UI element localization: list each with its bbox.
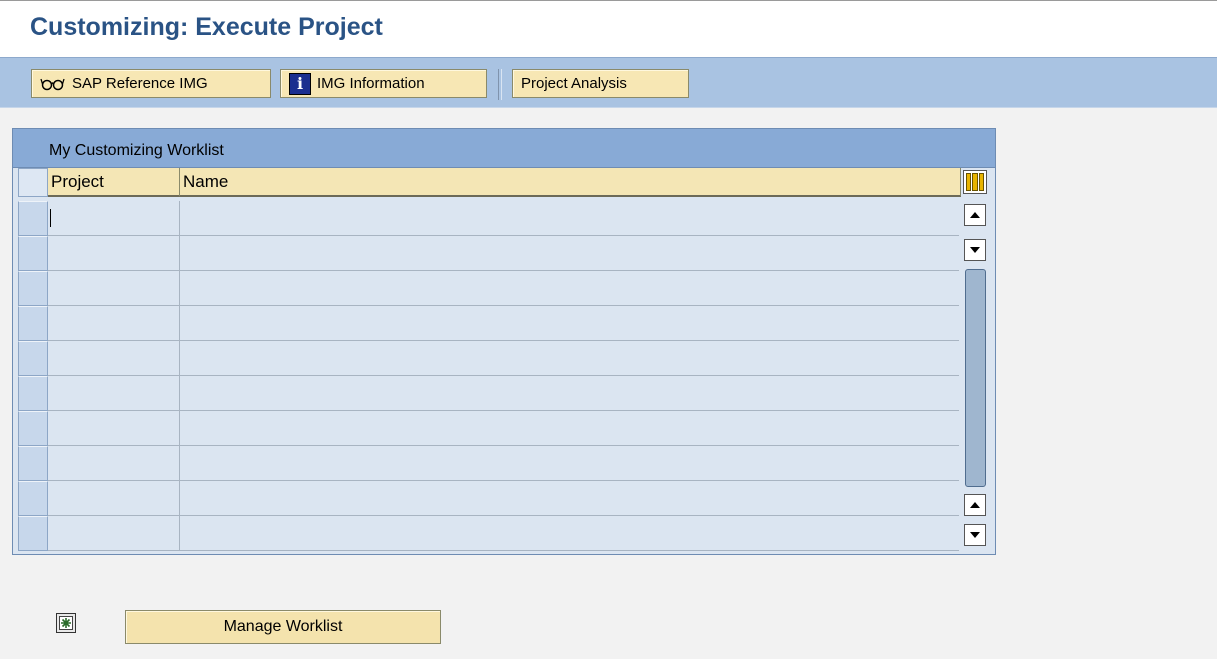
project-cell[interactable] [48,446,180,481]
scroll-page-down-icon[interactable] [964,524,986,546]
project-cell[interactable] [48,201,180,236]
glasses-icon [40,76,66,92]
row-selector[interactable] [18,516,48,551]
title-bar: Customizing: Execute Project [0,0,1217,57]
customizing-worklist-panel: My Customizing Worklist Project Name [12,128,996,555]
row-selector[interactable] [18,446,48,481]
scroll-down-icon[interactable] [964,239,986,261]
row-selector[interactable] [18,271,48,306]
name-cell[interactable] [180,481,959,516]
create-entry-icon[interactable] [56,613,76,633]
sap-reference-img-button[interactable]: SAP Reference IMG [31,69,271,98]
application-toolbar: SAP Reference IMG i IMG Information Proj… [0,57,1217,108]
table-row[interactable] [13,236,959,271]
project-analysis-button[interactable]: Project Analysis [512,69,689,98]
row-selector[interactable] [18,201,48,236]
page-title: Customizing: Execute Project [30,13,383,41]
name-cell[interactable] [180,306,959,341]
name-cell[interactable] [180,236,959,271]
name-cell[interactable] [180,271,959,306]
select-all-cell[interactable] [18,168,48,197]
table-row[interactable] [13,341,959,376]
table-row[interactable] [13,306,959,341]
project-cell[interactable] [48,271,180,306]
worklist-title: My Customizing Worklist [49,142,224,159]
row-selector[interactable] [18,411,48,446]
column-settings-icon[interactable] [963,170,987,194]
column-header-name[interactable]: Name [180,168,961,197]
scrollbar-thumb[interactable] [965,269,986,487]
project-cell[interactable] [48,481,180,516]
manage-worklist-button[interactable]: Manage Worklist [125,610,441,644]
row-selector[interactable] [18,306,48,341]
name-cell[interactable] [180,516,959,551]
table-row[interactable] [13,201,959,236]
img-information-label: IMG Information [317,75,425,92]
text-cursor [50,209,51,227]
name-cell[interactable] [180,201,959,236]
project-cell[interactable] [48,236,180,271]
worklist-table: Project Name [13,167,995,554]
name-cell[interactable] [180,411,959,446]
project-cell[interactable] [48,411,180,446]
row-selector[interactable] [18,481,48,516]
name-cell[interactable] [180,376,959,411]
project-cell[interactable] [48,306,180,341]
scroll-up-icon[interactable] [964,204,986,226]
sap-reference-img-label: SAP Reference IMG [72,75,208,92]
scroll-page-up-icon[interactable] [964,494,986,516]
project-analysis-label: Project Analysis [521,75,627,92]
row-selector[interactable] [18,236,48,271]
project-cell[interactable] [48,516,180,551]
table-row[interactable] [13,376,959,411]
worklist-panel-header: My Customizing Worklist [13,129,995,168]
table-row[interactable] [13,516,959,551]
table-row[interactable] [13,481,959,516]
name-cell[interactable] [180,341,959,376]
row-selector[interactable] [18,376,48,411]
table-header-row: Project Name [13,167,963,200]
project-cell[interactable] [48,341,180,376]
info-icon: i [289,72,311,95]
toolbar-separator [498,69,502,100]
table-row[interactable] [13,446,959,481]
table-row[interactable] [13,411,959,446]
name-cell[interactable] [180,446,959,481]
row-selector[interactable] [18,341,48,376]
table-row[interactable] [13,271,959,306]
vertical-scrollbar[interactable] [963,201,989,551]
img-information-button[interactable]: i IMG Information [280,69,487,98]
project-cell[interactable] [48,376,180,411]
column-header-project[interactable]: Project [48,168,180,197]
